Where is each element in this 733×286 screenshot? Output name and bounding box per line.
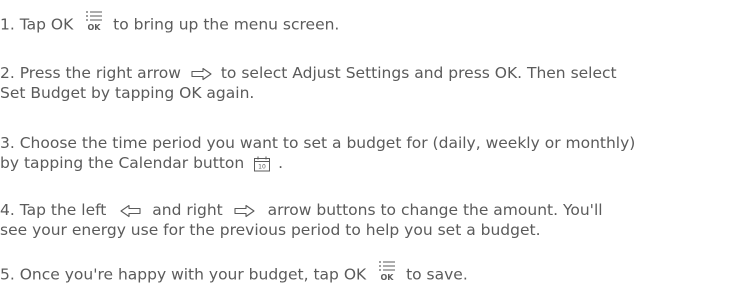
left-arrow-icon (119, 204, 141, 218)
step-3-line-1: 3. Choose the time period you want to se… (0, 133, 733, 153)
step-2-text-after: to select Adjust Settings and press OK. … (220, 64, 617, 82)
step-1: 1. Tap OK OK to bring up the menu screen… (0, 11, 733, 36)
calendar-icon-label: 10 (258, 163, 266, 170)
step-4: 4. Tap the left and right arrow buttons … (0, 200, 733, 240)
right-arrow-icon (234, 204, 256, 218)
step-2-text-before: Press the right arrow (19, 64, 181, 82)
step-5: 5. Once you're happy with your budget, t… (0, 261, 733, 286)
right-arrow-icon (191, 67, 213, 81)
step-3-number: 3. (0, 134, 15, 152)
step-2-line-2: Set Budget by tapping OK again. (0, 84, 255, 102)
step-5-text-after: to save. (406, 265, 468, 284)
step-3: 3. Choose the time period you want to se… (0, 133, 733, 173)
step-4-text-before: Tap the left (19, 201, 107, 219)
step-3-line-1-text: Choose the time period you want to set a… (19, 134, 636, 152)
step-1-text-before: Tap OK (19, 15, 74, 34)
step-3-text-before: by tapping the Calendar button (0, 154, 245, 172)
ok-menu-icon: OK (377, 260, 397, 282)
step-4-line-2: see your energy use for the previous per… (0, 221, 541, 239)
step-2-number: 2. (0, 64, 15, 82)
step-4-text-middle: and right (152, 201, 223, 219)
step-3-text-after: . (278, 154, 284, 172)
ok-menu-icon: OK (84, 10, 104, 32)
step-5-text-before: Once you're happy with your budget, tap … (19, 265, 367, 284)
step-1-number: 1. (0, 15, 15, 34)
step-4-text-after: arrow buttons to change the amount. You'… (267, 201, 603, 219)
step-4-number: 4. (0, 201, 15, 219)
step-1-text-after: to bring up the menu screen. (113, 15, 340, 34)
step-5-number: 5. (0, 265, 15, 284)
ok-icon-label: OK (88, 23, 102, 32)
calendar-icon: 10 (253, 156, 271, 172)
step-2: 2. Press the right arrow to select Adjus… (0, 63, 733, 103)
ok-icon-label: OK (381, 273, 395, 282)
